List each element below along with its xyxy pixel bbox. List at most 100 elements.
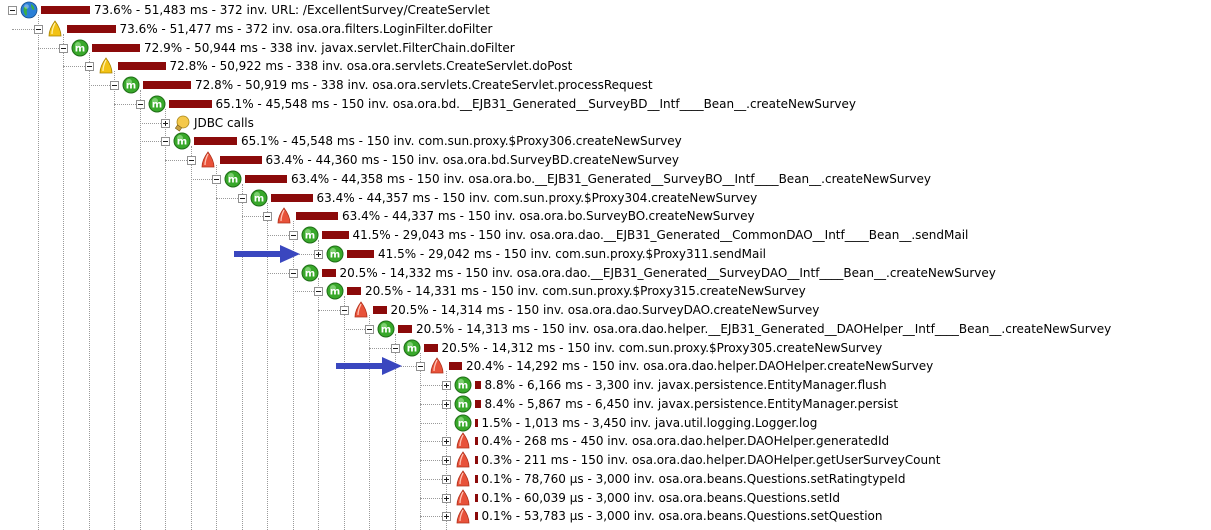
svg-text:m: m [330, 249, 340, 260]
tree-node[interactable]: m 72.8% - 50,919 ms - 338 inv. osa.ora.se… [0, 76, 1211, 94]
tree-node-label: 65.1% - 45,548 ms - 150 inv. com.sun.pro… [241, 134, 682, 149]
orange-cone-icon [199, 151, 217, 169]
time-percentage-bar [474, 512, 478, 521]
collapse-toggle[interactable] [314, 287, 323, 297]
collapse-toggle[interactable] [186, 156, 196, 165]
collapse-toggle[interactable] [339, 306, 349, 315]
collapse-toggle[interactable] [84, 62, 94, 72]
tree-node[interactable]: 63.4% - 44,360 ms - 150 inv. osa.ora.bd.… [0, 151, 1211, 169]
svg-text:m: m [253, 193, 263, 204]
collapse-toggle[interactable] [33, 24, 43, 34]
time-percentage-bar [347, 249, 374, 258]
tree-node[interactable]: m 20.5% - 14,331 ms - 150 inv. com.sun.pr… [0, 282, 1211, 300]
expand-toggle[interactable] [441, 456, 451, 465]
orange-cone-icon [454, 432, 472, 450]
svg-text:m: m [406, 343, 416, 354]
tree-node[interactable]: m 41.5% - 29,043 ms - 150 inv. osa.ora.da… [0, 226, 1211, 244]
tree-branch-line [139, 122, 161, 124]
tree-node[interactable]: m 1.5% - 1,013 ms - 3,450 inv. java.util.… [0, 414, 1211, 432]
yellow-cone-icon [46, 20, 64, 38]
tree-node-label: JDBC calls [194, 115, 254, 130]
tree-branch-line [88, 85, 110, 86]
tree-node[interactable]: m 41.5% - 29,042 ms - 150 inv. com.sun.pr… [0, 245, 1211, 263]
tree-node[interactable]: m 65.1% - 45,548 ms - 150 inv. com.sun.pr… [0, 132, 1211, 150]
tree-node-label: 0.1% - 78,760 µs - 3,000 inv. osa.ora.be… [481, 471, 906, 486]
tree-node[interactable]: m 20.5% - 14,312 ms - 150 inv. com.sun.pr… [0, 339, 1211, 357]
time-percentage-bar [474, 456, 478, 464]
expand-toggle[interactable] [161, 118, 170, 128]
tree-node[interactable]: 0.4% - 268 ms - 450 inv. osa.ora.dao.hel… [0, 432, 1211, 450]
tree-branch-line [420, 385, 442, 386]
tree-branch-line [165, 160, 187, 161]
collapse-toggle[interactable] [59, 43, 68, 53]
tree-branch-line [139, 141, 161, 143]
expand-toggle[interactable] [441, 399, 451, 409]
tree-branch-line [216, 197, 238, 199]
expand-toggle[interactable] [441, 381, 451, 390]
collapse-toggle[interactable] [263, 212, 272, 222]
tree-node[interactable]: 0.1% - 60,039 µs - 3,000 inv. osa.ora.be… [0, 488, 1211, 507]
collapse-toggle[interactable] [390, 343, 400, 353]
collapse-toggle[interactable] [110, 81, 119, 90]
orange-cone-icon [454, 451, 472, 469]
tree-node-label: 20.5% - 14,314 ms - 150 inv. osa.ora.dao… [390, 303, 820, 317]
expand-toggle[interactable] [441, 493, 451, 503]
expand-toggle[interactable] [441, 437, 451, 447]
expand-toggle[interactable] [441, 474, 451, 484]
expand-toggle[interactable] [314, 249, 323, 259]
collapse-toggle[interactable] [8, 6, 17, 15]
time-percentage-bar [474, 418, 478, 427]
time-percentage-bar [117, 62, 166, 71]
tree-node-label: 0.4% - 268 ms - 450 inv. osa.ora.dao.hel… [481, 434, 890, 449]
tree-branch-line [343, 328, 365, 330]
tree-node[interactable]: m 63.4% - 44,358 ms - 150 inv. osa.ora.bo… [0, 170, 1211, 188]
collapse-toggle[interactable] [135, 99, 145, 109]
orange-cone-icon [428, 357, 446, 375]
tree-node[interactable]: 0.1% - 78,760 µs - 3,000 inv. osa.ora.be… [0, 470, 1211, 488]
tree-node[interactable]: 63.4% - 44,337 ms - 150 inv. osa.ora.bo.… [0, 207, 1211, 225]
tree-node[interactable]: m 8.4% - 5,867 ms - 6,450 inv. javax.pers… [0, 395, 1211, 413]
time-percentage-bar [474, 381, 481, 389]
tree-node[interactable]: 73.6% - 51,477 ms - 372 inv. osa.ora.fil… [0, 20, 1211, 38]
tree-node[interactable]: 73.6% - 51,483 ms - 372 inv. URL: /Excel… [0, 1, 1211, 19]
tree-node-label: 63.4% - 44,360 ms - 150 inv. osa.ora.bd.… [265, 153, 680, 167]
tree-node[interactable]: 20.4% - 14,292 ms - 150 inv. osa.ora.dao… [0, 357, 1211, 375]
tree-node[interactable]: m 8.8% - 6,166 ms - 3,300 inv. javax.pers… [0, 376, 1211, 394]
call-tree: 73.6% - 51,483 ms - 372 inv. URL: /Excel… [0, 0, 1211, 530]
tree-node-label: 0.3% - 211 ms - 150 inv. osa.ora.dao.hel… [481, 453, 941, 467]
collapse-toggle[interactable] [288, 268, 298, 278]
jdbc-bulb-icon [173, 114, 191, 132]
green-m-icon: m [71, 39, 89, 57]
time-percentage-bar [321, 231, 349, 239]
time-percentage-bar [423, 343, 438, 352]
tree-node[interactable]: m 20.5% - 14,313 ms - 150 inv. osa.ora.da… [0, 320, 1211, 338]
tree-node[interactable]: m 72.9% - 50,944 ms - 338 inv. javax.serv… [0, 39, 1211, 57]
orange-cone-icon [454, 507, 472, 525]
tree-node[interactable]: 0.1% - 53,783 µs - 3,000 inv. osa.ora.be… [0, 507, 1211, 525]
tree-branch-line [267, 235, 289, 236]
collapse-toggle[interactable] [237, 193, 247, 203]
svg-text:m: m [381, 324, 391, 335]
tree-node-label: 72.9% - 50,944 ms - 338 inv. javax.servl… [144, 40, 515, 55]
tree-branch-line [420, 422, 442, 424]
tree-node[interactable]: m 65.1% - 45,548 ms - 150 inv. osa.ora.bd… [0, 95, 1211, 113]
tree-node-label: 20.5% - 14,332 ms - 150 inv. osa.ora.dao… [339, 265, 996, 280]
collapse-toggle[interactable] [212, 174, 221, 184]
tree-node[interactable]: m 63.4% - 44,357 ms - 150 inv. com.sun.pr… [0, 189, 1211, 207]
tree-node[interactable]: 20.5% - 14,314 ms - 150 inv. osa.ora.dao… [0, 301, 1211, 319]
tree-node-label: 8.8% - 6,166 ms - 3,300 inv. javax.persi… [484, 378, 887, 392]
svg-text:m: m [177, 137, 187, 148]
tree-branch-line [190, 178, 212, 180]
collapse-toggle[interactable] [365, 324, 374, 334]
expand-toggle[interactable] [441, 512, 451, 522]
tree-node[interactable]: m 20.5% - 14,332 ms - 150 inv. osa.ora.da… [0, 264, 1211, 282]
time-percentage-bar [168, 99, 212, 108]
tree-node[interactable]: 0.3% - 211 ms - 150 inv. osa.ora.dao.hel… [0, 451, 1211, 469]
tree-node[interactable]: JDBC calls [0, 114, 1211, 132]
collapse-toggle[interactable] [416, 362, 425, 372]
collapse-toggle[interactable] [161, 137, 170, 147]
collapse-toggle[interactable] [288, 231, 298, 240]
tree-node[interactable]: 72.8% - 50,922 ms - 338 inv. osa.ora.ser… [0, 57, 1211, 75]
tree-branch-line [114, 103, 136, 105]
svg-text:m: m [75, 43, 85, 54]
